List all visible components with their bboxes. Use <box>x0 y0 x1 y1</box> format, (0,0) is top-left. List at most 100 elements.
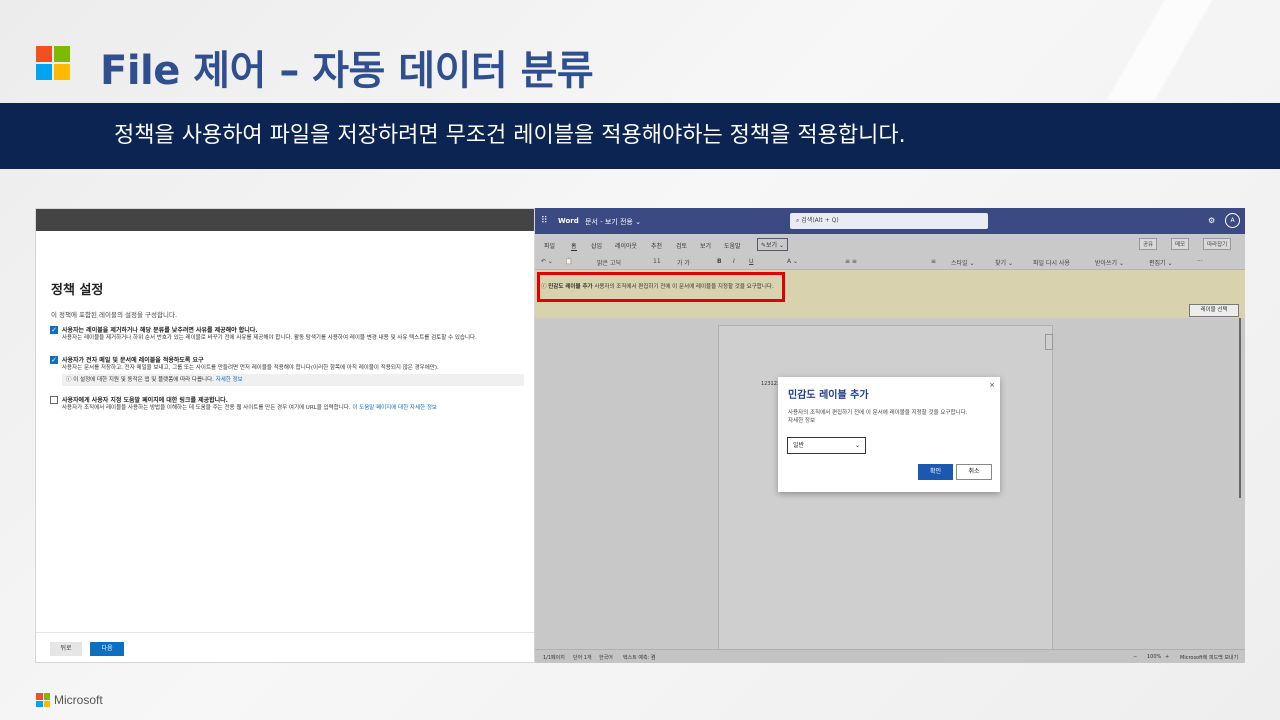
decorative-stripe <box>1020 0 1280 100</box>
font-size[interactable]: 11 <box>653 258 661 265</box>
dialog-body: 사용자의 조직에서 편집하기 전에 이 문서에 레이블을 지정할 것을 요구합니… <box>788 409 993 425</box>
checkbox-help-link[interactable] <box>50 396 58 404</box>
learn-more-link[interactable]: 자세한 정보 <box>216 377 243 383</box>
tab-file[interactable]: 파일 <box>544 241 555 250</box>
page-count: 1/1페이지 <box>543 655 565 661</box>
option-desc: 사용자는 레이블을 제거하거나 하위 순서 번호가 있는 레이블로 바꾸기 전에… <box>62 335 477 341</box>
sensitivity-info-bar: ⓘ 민감도 레이블 추가 사용자의 조직에서 편집하기 전에 이 문서에 레이블… <box>535 270 1245 304</box>
footer-brand: Microsoft <box>36 693 103 707</box>
dialog-title: 민감도 레이블 추가 <box>788 390 869 401</box>
tab-insert[interactable]: 삽입 <box>591 241 602 250</box>
checkbox-justification[interactable]: ✓ <box>50 326 58 334</box>
zoom-level[interactable]: 100% <box>1147 654 1161 660</box>
policy-heading: 정책 설정 <box>51 283 104 298</box>
editor-button[interactable]: 편집기 ⌄ <box>1149 258 1173 267</box>
option-desc-text: 사용자가 조직에서 레이블을 사용하는 방법을 이해하는 데 도움을 주는 전용… <box>62 405 351 411</box>
logo-blue <box>36 64 52 80</box>
option-desc: 사용자가 조직에서 레이블을 사용하는 방법을 이해하는 데 도움을 주는 전용… <box>62 405 524 412</box>
doc-title[interactable]: 문서 - 보기 전용 ⌄ <box>585 217 641 227</box>
option-desc: 사용자는 문서를 저장하고, 전자 메일을 보내고, 그룹 또는 사이트를 만들… <box>62 365 439 371</box>
page-corner-marker <box>1045 334 1053 350</box>
undo-button[interactable]: ↶ ⌄ <box>541 258 553 265</box>
policy-settings-panel: 정책 설정 이 정책에 포함된 레이블의 설정을 구성합니다. ✓ 사용자는 레… <box>35 208 535 663</box>
font-name[interactable]: 맑은 고딕 <box>597 258 621 267</box>
zoom-out-button[interactable]: − <box>1133 654 1137 660</box>
option-justification: ✓ 사용자는 레이블을 제거하거나 해당 분류를 낮추려면 사유를 제공해야 합… <box>50 325 524 342</box>
logo-yellow <box>54 64 70 80</box>
help-page-link[interactable]: 이 도움말 페이지에 대한 자세한 정보 <box>352 405 437 411</box>
tab-layout[interactable]: 레이아웃 <box>615 241 637 250</box>
option-title: 사용자에게 사용자 지정 도움말 페이지에 대한 링크를 제공합니다. <box>62 397 228 404</box>
word-window: ⠿ Word 문서 - 보기 전용 ⌄ ⌕ 검색(Alt + Q) ⚙ A 파일… <box>535 208 1245 663</box>
align-button[interactable]: ≡ <box>931 258 936 265</box>
app-launcher-icon[interactable]: ⠿ <box>541 216 548 226</box>
status-bar: 1/1페이지 단어 1개 한국어 텍스트 예측: 켬 − 100% + Micr… <box>535 649 1245 663</box>
option-require-label: ✓ 사용자가 전자 메일 및 문서에 레이블을 적용하도록 요구 사용자는 문서… <box>50 355 524 386</box>
logo-blue <box>36 700 43 707</box>
underline-button[interactable]: U <box>749 258 753 265</box>
word-title-bar: ⠿ Word 문서 - 보기 전용 ⌄ ⌕ 검색(Alt + Q) ⚙ A <box>535 208 1245 234</box>
sensitivity-label-dialog: × 민감도 레이블 추가 사용자의 조직에서 편집하기 전에 이 문서에 레이블… <box>778 377 1000 492</box>
checkbox-require-label[interactable]: ✓ <box>50 356 58 364</box>
cancel-button[interactable]: 취소 <box>956 464 992 480</box>
comment-button[interactable]: 메모 <box>1171 238 1190 250</box>
settings-icon[interactable]: ⚙ <box>1208 216 1215 225</box>
option-help-link: 사용자에게 사용자 지정 도움말 페이지에 대한 링크를 제공합니다. 사용자가… <box>50 395 524 412</box>
logo-red <box>36 46 52 62</box>
slide-title: File 제어 – 자동 데이터 분류 <box>100 48 594 94</box>
info-box: ⓘ 이 설정에 대한 지원 및 동작은 앱 및 플랫폼에 따라 다릅니다. 자세… <box>62 374 524 386</box>
search-placeholder: 검색(Alt + Q) <box>801 217 839 224</box>
close-icon[interactable]: × <box>989 381 995 389</box>
bold-button[interactable]: B <box>717 258 722 265</box>
dialog-text: 사용자의 조직에서 편집하기 전에 이 문서에 레이블을 지정할 것을 요구합니… <box>788 410 968 416</box>
font-grow-shrink[interactable]: 가 가 <box>677 258 690 267</box>
logo-red <box>36 693 43 700</box>
ok-button[interactable]: 확인 <box>918 464 953 480</box>
info-text: 사용자의 조직에서 편집하기 전에 이 문서에 레이블을 지정할 것을 요구합니… <box>594 284 774 290</box>
option-title: 사용자가 전자 메일 및 문서에 레이블을 적용하도록 요구 <box>62 357 204 364</box>
avatar[interactable]: A <box>1225 213 1240 228</box>
search-box[interactable]: ⌕ 검색(Alt + Q) <box>790 213 988 229</box>
language[interactable]: 한국어 <box>599 654 613 661</box>
panel-header-bar <box>36 209 534 231</box>
share-button[interactable]: 공유 <box>1139 238 1158 250</box>
word-count: 단어 1개 <box>573 655 592 661</box>
logo-green <box>43 693 50 700</box>
next-button[interactable]: 다음 <box>90 642 124 656</box>
info-text: 이 설정에 대한 지원 및 동작은 앱 및 플랫폼에 따라 다릅니다. <box>73 377 214 383</box>
more-info-link[interactable]: 자세한 정보 <box>788 417 993 425</box>
logo-yellow <box>43 700 50 707</box>
dictate-button[interactable]: 받아쓰기 ⌄ <box>1095 258 1124 267</box>
zoom-in-button[interactable]: + <box>1165 654 1169 660</box>
tab-review[interactable]: 검토 <box>676 241 687 250</box>
back-button[interactable]: 뒤로 <box>50 642 82 656</box>
clipboard-icon[interactable]: 📋 <box>565 258 572 265</box>
info-message: ⓘ 민감도 레이블 추가 사용자의 조직에서 편집하기 전에 이 문서에 레이블… <box>541 282 774 290</box>
label-select-value: 일반 <box>793 442 805 449</box>
more-options-button[interactable]: ··· <box>1197 258 1203 265</box>
select-label-button[interactable]: 레이블 선택 <box>1189 304 1239 317</box>
tab-home[interactable]: 홈 <box>571 241 577 251</box>
list-buttons[interactable]: ≡ ≡ <box>845 258 857 265</box>
reuse-file-button[interactable]: 파일 다시 사용 <box>1033 258 1070 267</box>
microsoft-logo-icon <box>36 46 70 80</box>
font-color-button[interactable]: A ⌄ <box>787 258 798 265</box>
policy-subtitle: 이 정책에 포함된 레이블의 설정을 구성합니다. <box>51 311 178 319</box>
chevron-down-icon: ⌄ <box>854 442 860 449</box>
label-row: 레이블 선택 <box>535 304 1245 318</box>
tab-help[interactable]: 도움말 <box>724 241 741 250</box>
tab-view[interactable]: 보기 <box>700 241 711 250</box>
option-title: 사용자는 레이블을 제거하거나 해당 분류를 낮추려면 사유를 제공해야 합니다… <box>62 327 258 334</box>
feedback-link[interactable]: Microsoft에 피드백 보내기 <box>1180 654 1238 661</box>
tab-references[interactable]: 추천 <box>651 241 662 250</box>
catch-up-button[interactable]: 따라잡기 <box>1203 238 1232 250</box>
italic-button[interactable]: I <box>733 258 735 265</box>
styles-button[interactable]: 스타일 ⌄ <box>951 258 975 267</box>
label-select[interactable]: 일반 ⌄ <box>787 437 866 454</box>
text-prediction[interactable]: 텍스트 예측: 켬 <box>623 654 655 661</box>
vertical-scrollbar[interactable] <box>1239 318 1241 498</box>
editing-mode-dropdown[interactable]: ✎보기 ⌄ <box>757 238 789 251</box>
logo-green <box>54 46 70 62</box>
find-button[interactable]: 찾기 ⌄ <box>995 258 1013 267</box>
ribbon-toolbar: ↶ ⌄ 📋 맑은 고딕 11 가 가 B I U A ⌄ ≡ ≡ ≡ 스타일 ⌄… <box>535 254 1245 270</box>
